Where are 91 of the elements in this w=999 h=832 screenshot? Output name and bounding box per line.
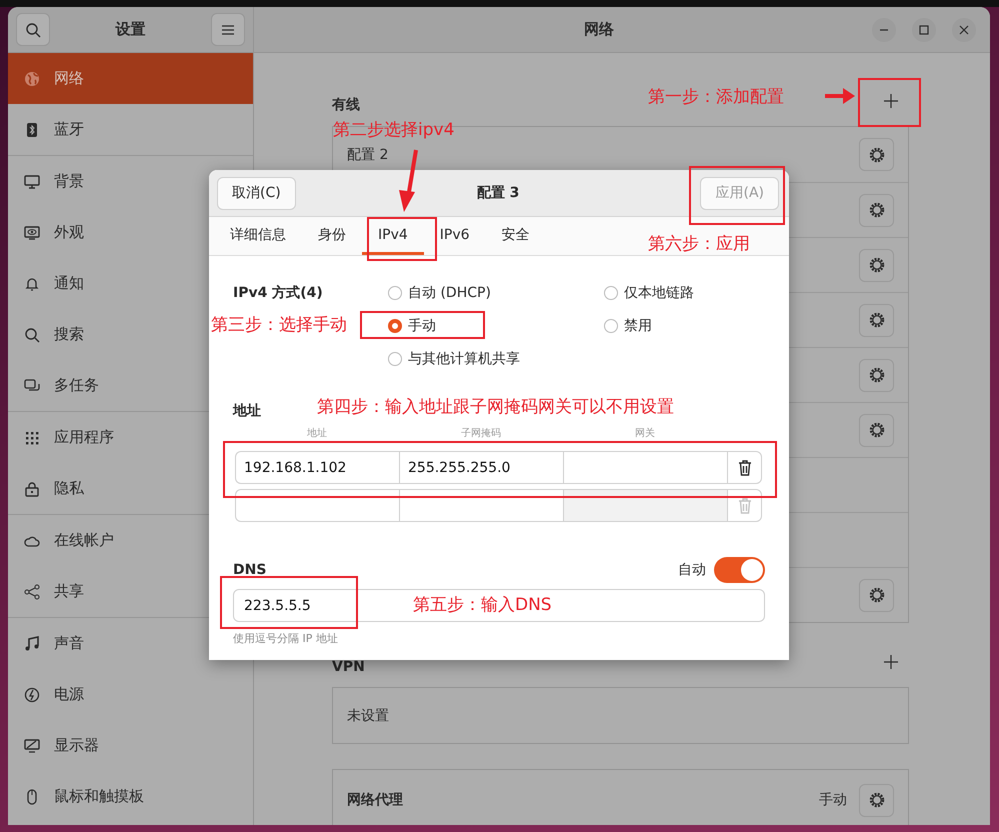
maximize-button[interactable]: [912, 18, 936, 42]
settings-button[interactable]: [859, 248, 894, 282]
annotation-text: 第六步：应用: [648, 233, 750, 255]
bluetooth-icon: [24, 122, 40, 138]
annotation-text: 第二步选择ipv4: [333, 119, 454, 141]
vpn-status: 未设置: [347, 706, 389, 724]
profile-name: 配置 2: [347, 146, 388, 164]
settings-button[interactable]: [859, 784, 894, 816]
column-header: 网关: [634, 426, 656, 440]
minimize-icon: [879, 28, 889, 30]
sidebar-item[interactable]: 鼠标和触摸板: [8, 771, 253, 822]
monitor-icon: [24, 174, 40, 190]
dialog-title: 配置 3: [476, 184, 520, 202]
auto-label: 自动: [678, 561, 706, 579]
column-header: 子网掩码: [460, 427, 502, 440]
power-icon: [24, 686, 40, 702]
search-button[interactable]: [16, 13, 50, 46]
netmask-field[interactable]: [399, 489, 563, 522]
annotation-text: 第四步：输入地址跟子网掩码网关可以不用设置: [317, 396, 674, 418]
proxy-value: 手动: [819, 791, 847, 809]
gear-icon: [868, 201, 886, 219]
annotation-text: 第五步：输入DNS: [413, 594, 552, 616]
dns-heading: DNS: [233, 562, 266, 578]
proxy-label: 网络代理: [347, 791, 403, 809]
gear-icon: [868, 791, 886, 809]
highlight-box: [367, 217, 437, 261]
gear-icon: [868, 586, 886, 604]
close-button[interactable]: [952, 18, 976, 42]
radio-option[interactable]: 与其他计算机共享: [388, 350, 604, 368]
tab[interactable]: IPv6: [424, 217, 486, 255]
menu-icon: [221, 24, 235, 36]
settings-button[interactable]: [859, 578, 894, 612]
settings-button[interactable]: [859, 358, 894, 392]
section-heading: 有线: [332, 96, 360, 114]
sidebar-item[interactable]: 电源: [8, 669, 253, 720]
gear-icon: [868, 146, 886, 164]
tab[interactable]: IPv4: [362, 217, 424, 255]
annotation-text: 第三步：选择手动: [211, 314, 347, 336]
column-header: 地址: [306, 426, 328, 440]
settings-button[interactable]: [859, 414, 894, 446]
plus-icon: [884, 94, 898, 108]
display-icon: [24, 738, 40, 754]
method-label: IPv4 方式(4): [233, 284, 324, 302]
radio-option[interactable]: 禁用: [604, 317, 765, 335]
settings-button[interactable]: [859, 194, 894, 226]
dns-hint: 使用逗号分隔 IP 地址: [233, 631, 338, 646]
settings-button[interactable]: [859, 138, 894, 171]
trash-icon: [738, 498, 752, 514]
bell-icon: [24, 276, 40, 292]
sidebar-item[interactable]: 蓝牙: [8, 104, 253, 155]
globe-icon: [24, 70, 40, 86]
highlight-box: [858, 78, 921, 127]
address-field[interactable]: 192.168.1.102: [235, 451, 399, 484]
windows-icon: [24, 378, 40, 394]
tab[interactable]: 安全: [486, 217, 546, 255]
netmask-field[interactable]: 255.255.255.0: [399, 451, 563, 484]
radio-option[interactable]: 仅本地链路: [604, 284, 765, 302]
annotation-text: 第一步：添加配置: [648, 86, 784, 108]
sidebar-item[interactable]: 网络: [8, 53, 253, 104]
tab[interactable]: 详细信息: [214, 217, 302, 255]
share-icon: [24, 584, 40, 600]
menu-button[interactable]: [211, 13, 245, 46]
sidebar-item[interactable]: 显示器: [8, 720, 253, 771]
cancel-button[interactable]: 取消(C): [217, 176, 296, 210]
trash-icon: [738, 460, 752, 476]
sidebar-title: 设置: [114, 20, 146, 39]
grid-icon: [24, 430, 40, 446]
annotation-arrow: [824, 86, 856, 106]
gear-icon: [868, 366, 886, 384]
gear-icon: [868, 421, 886, 439]
tab[interactable]: 身份: [302, 217, 362, 255]
page-title: 网络: [583, 20, 615, 39]
address-heading: 地址: [233, 402, 261, 420]
maximize-icon: [919, 24, 929, 34]
gear-icon: [868, 256, 886, 274]
search-icon: [25, 22, 41, 38]
close-icon: [959, 24, 969, 34]
section-heading: VPN: [332, 659, 365, 675]
address-field[interactable]: [235, 489, 399, 522]
radio-option[interactable]: 手动: [388, 317, 604, 335]
gateway-field[interactable]: [563, 451, 727, 484]
auto-toggle[interactable]: [714, 557, 765, 583]
eye-icon: [24, 224, 40, 240]
settings-button[interactable]: [859, 304, 894, 336]
delete-button[interactable]: [727, 451, 762, 484]
search-icon: [24, 326, 40, 342]
music-note-icon: [24, 636, 40, 652]
radio-option[interactable]: 自动 (DHCP): [388, 284, 604, 302]
lock-icon: [24, 480, 40, 496]
gear-icon: [868, 311, 886, 329]
plus-icon: [884, 655, 898, 669]
